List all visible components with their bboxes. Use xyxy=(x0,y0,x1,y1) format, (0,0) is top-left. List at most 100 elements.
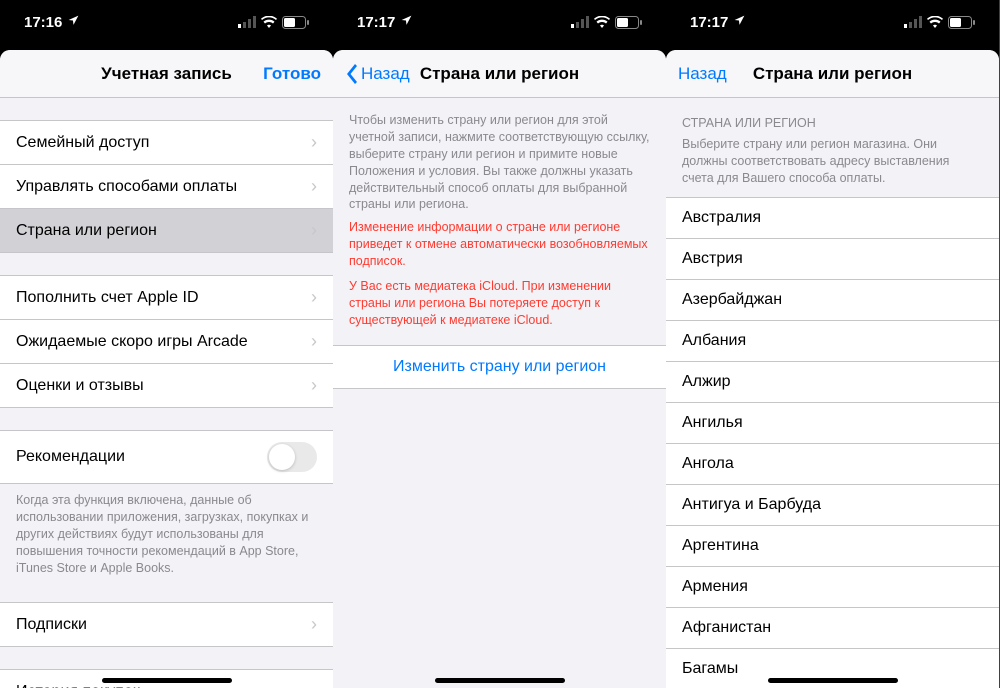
row-label: Пополнить счет Apple ID xyxy=(16,289,199,307)
location-icon xyxy=(733,14,746,31)
chevron-right-icon: › xyxy=(311,287,317,308)
chevron-right-icon: › xyxy=(311,176,317,197)
location-icon xyxy=(400,14,413,31)
warning-subscriptions: Изменение информации о стране или регион… xyxy=(333,217,666,276)
country-label: Алжир xyxy=(682,373,731,391)
row-manage-payments[interactable]: Управлять способами оплаты › xyxy=(0,165,333,209)
back-button[interactable]: Назад xyxy=(345,64,410,84)
settings-group-2: Пополнить счет Apple ID › Ожидаемые скоро… xyxy=(0,275,333,408)
country-label: Багамы xyxy=(682,660,738,678)
battery-icon xyxy=(282,16,309,29)
row-label: Семейный доступ xyxy=(16,134,149,152)
group-footer-text: Когда эта функция включена, данные об ис… xyxy=(0,484,333,580)
home-indicator[interactable] xyxy=(102,678,232,683)
country-row[interactable]: Армения xyxy=(666,567,999,608)
status-time: 17:17 xyxy=(690,14,728,31)
country-row[interactable]: Австралия xyxy=(666,197,999,239)
back-button[interactable]: Назад xyxy=(678,64,727,84)
intro-text: Чтобы изменить страну или регион для это… xyxy=(333,98,666,217)
country-row[interactable]: Аргентина xyxy=(666,526,999,567)
country-list: Австралия Австрия Азербайджан Албания Алжир А… xyxy=(666,197,999,688)
toggle-switch[interactable] xyxy=(267,442,317,472)
status-bar: 17:17 xyxy=(333,0,666,44)
country-row[interactable]: Австрия xyxy=(666,239,999,280)
wifi-icon xyxy=(594,16,610,28)
modal-sheet: Назад Страна или регион Чтобы изменить с… xyxy=(333,50,666,688)
nav-bar: Назад Страна или регион xyxy=(333,50,666,98)
status-bar: 17:17 xyxy=(666,0,999,44)
country-row[interactable]: Антигуа и Барбуда xyxy=(666,485,999,526)
country-label: Ангилья xyxy=(682,414,743,432)
country-label: Ангола xyxy=(682,455,734,473)
row-family-sharing[interactable]: Семейный доступ › xyxy=(0,120,333,165)
status-bar: 17:16 xyxy=(0,0,333,44)
row-recommendations[interactable]: Рекомендации xyxy=(0,430,333,484)
row-label: Рекомендации xyxy=(16,448,125,466)
chevron-right-icon: › xyxy=(311,331,317,352)
country-row[interactable]: Ангилья xyxy=(666,403,999,444)
country-row[interactable]: Афганистан xyxy=(666,608,999,649)
location-icon xyxy=(67,14,80,31)
row-subscriptions[interactable]: Подписки › xyxy=(0,602,333,647)
phone-screen-3: 17:17 Назад Страна или регион СТРАНА ИЛИ… xyxy=(666,0,999,688)
chevron-right-icon: › xyxy=(311,614,317,635)
back-label: Назад xyxy=(678,64,727,84)
country-label: Антигуа и Барбуда xyxy=(682,496,821,514)
chevron-right-icon: › xyxy=(311,220,317,241)
row-label: Ожидаемые скоро игры Arcade xyxy=(16,333,248,351)
row-label: Оценки и отзывы xyxy=(16,377,144,395)
country-label: Албания xyxy=(682,332,746,350)
modal-sheet: Назад Страна или регион СТРАНА ИЛИ РЕГИО… xyxy=(666,50,999,688)
settings-group-3: Рекомендации Когда эта функция включена,… xyxy=(0,430,333,580)
chevron-left-icon xyxy=(345,64,357,84)
content-scroll[interactable]: Чтобы изменить страну или регион для это… xyxy=(333,98,666,688)
content-scroll[interactable]: Семейный доступ › Управлять способами опл… xyxy=(0,98,333,688)
status-time: 17:17 xyxy=(357,14,395,31)
country-label: Азербайджан xyxy=(682,291,782,309)
section-header: СТРАНА ИЛИ РЕГИОН xyxy=(666,98,999,132)
section-description: Выберите страну или регион магазина. Они… xyxy=(666,132,999,197)
country-label: Австралия xyxy=(682,209,761,227)
cell-signal-icon xyxy=(238,16,256,28)
row-add-funds[interactable]: Пополнить счет Apple ID › xyxy=(0,275,333,320)
battery-icon xyxy=(615,16,642,29)
country-label: Австрия xyxy=(682,250,743,268)
nav-bar: Учетная запись Готово xyxy=(0,50,333,98)
home-indicator[interactable] xyxy=(768,678,898,683)
phone-screen-2: 17:17 Назад Страна или регион Чтобы изме… xyxy=(333,0,666,688)
wifi-icon xyxy=(927,16,943,28)
row-label: Страна или регион xyxy=(16,222,157,240)
country-row[interactable]: Албания xyxy=(666,321,999,362)
country-row[interactable]: Ангола xyxy=(666,444,999,485)
content-scroll[interactable]: СТРАНА ИЛИ РЕГИОН Выберите страну или ре… xyxy=(666,98,999,688)
chevron-right-icon: › xyxy=(311,681,317,688)
settings-group-4: Подписки › xyxy=(0,602,333,647)
home-indicator[interactable] xyxy=(435,678,565,683)
warning-icloud: У Вас есть медиатека iCloud. При изменен… xyxy=(333,276,666,335)
modal-sheet: Учетная запись Готово Семейный доступ › У… xyxy=(0,50,333,688)
status-time: 17:16 xyxy=(24,14,62,31)
chevron-right-icon: › xyxy=(311,375,317,396)
settings-group-1: Семейный доступ › Управлять способами опл… xyxy=(0,120,333,253)
country-label: Афганистан xyxy=(682,619,771,637)
battery-icon xyxy=(948,16,975,29)
country-row[interactable]: Алжир xyxy=(666,362,999,403)
back-label: Назад xyxy=(361,64,410,84)
nav-bar: Назад Страна или регион xyxy=(666,50,999,98)
row-arcade-upcoming[interactable]: Ожидаемые скоро игры Arcade › xyxy=(0,320,333,364)
row-label: Управлять способами оплаты xyxy=(16,178,237,196)
chevron-right-icon: › xyxy=(311,132,317,153)
row-label: Подписки xyxy=(16,616,87,634)
cell-signal-icon xyxy=(904,16,922,28)
change-country-button[interactable]: Изменить страну или регион xyxy=(333,345,666,389)
country-label: Аргентина xyxy=(682,537,759,555)
country-label: Армения xyxy=(682,578,748,596)
phone-screen-1: 17:16 Учетная запись Готово Семейный дос… xyxy=(0,0,333,688)
done-button[interactable]: Готово xyxy=(263,64,321,84)
row-label: История покупок xyxy=(16,683,140,688)
wifi-icon xyxy=(261,16,277,28)
cell-signal-icon xyxy=(571,16,589,28)
row-country-region[interactable]: Страна или регион › xyxy=(0,209,333,253)
row-ratings-reviews[interactable]: Оценки и отзывы › xyxy=(0,364,333,408)
country-row[interactable]: Азербайджан xyxy=(666,280,999,321)
